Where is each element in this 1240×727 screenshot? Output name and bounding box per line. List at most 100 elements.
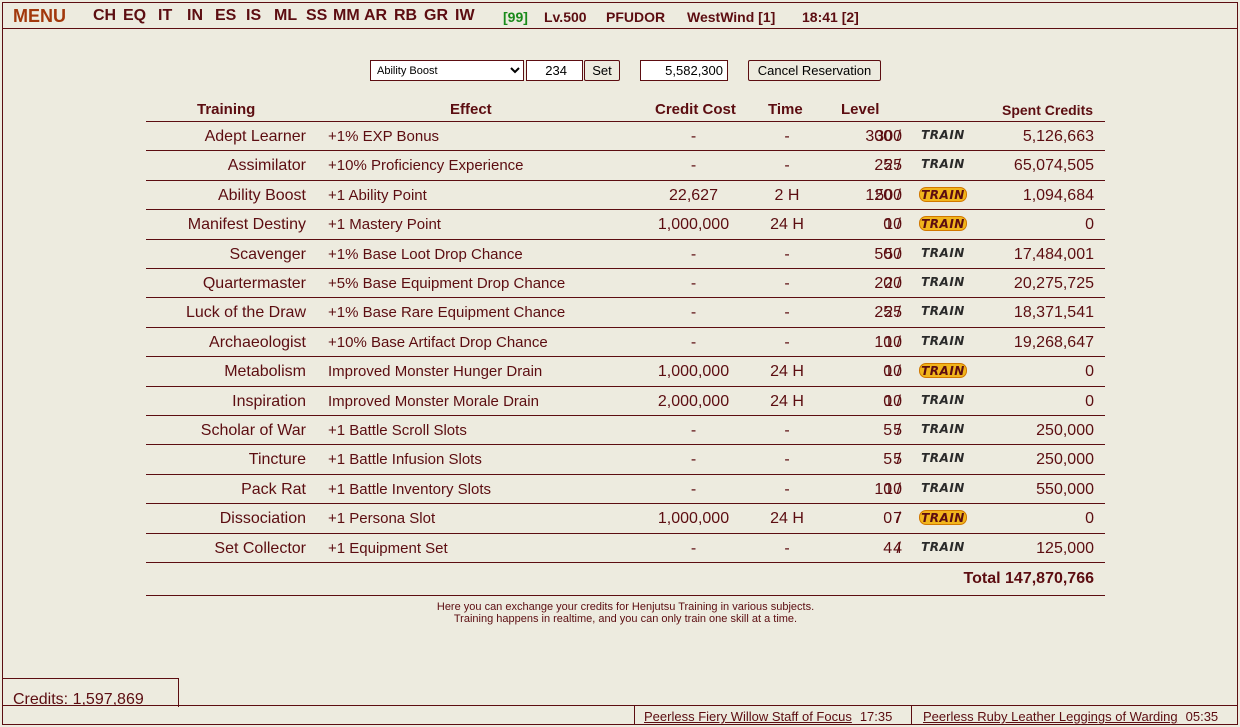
- train-button[interactable]: TRAIN: [919, 216, 967, 232]
- nav-ar[interactable]: AR: [364, 7, 387, 25]
- nav-rb[interactable]: RB: [394, 7, 417, 25]
- training-name: Pack Rat: [241, 480, 306, 498]
- nav-iw[interactable]: IW: [455, 7, 475, 25]
- training-effect: +1 Equipment Set: [328, 539, 448, 557]
- spent-credits: 0: [1085, 510, 1094, 528]
- training-name: Ability Boost: [217, 186, 306, 204]
- table-row: Set Collector +1 Equipment Set - -4 /4 125,0…: [146, 534, 1105, 563]
- item-link-2[interactable]: Peerless Ruby Leather Leggings of Wardin…: [923, 709, 1178, 724]
- world-label[interactable]: WestWind [1]: [687, 9, 775, 25]
- info-note-2: Training happens in realtime, and you ca…: [453, 613, 798, 625]
- training-name: Dissociation: [219, 510, 306, 528]
- set-button[interactable]: Set: [584, 60, 620, 81]
- training-effect: +1 Ability Point: [328, 186, 427, 204]
- spent-credits: 550,000: [1036, 480, 1094, 498]
- max-level: 4: [893, 539, 902, 557]
- nav-ml[interactable]: ML: [274, 7, 297, 25]
- training-name: Scavenger: [229, 245, 307, 263]
- spent-credits: 250,000: [1036, 451, 1094, 469]
- training-effect: +1 Mastery Point: [328, 216, 441, 234]
- menu-button[interactable]: MENU: [13, 6, 66, 27]
- max-level: 10: [884, 216, 902, 234]
- table-row: Inspiration Improved Monster Morale Drain…: [146, 387, 1105, 416]
- spent-credits: 18,371,541: [1013, 304, 1094, 322]
- header-credit-cost: Credit Cost: [655, 101, 736, 118]
- table-row: Ability Boost +1 Ability Point 22,627 2 H 12…: [146, 181, 1105, 210]
- training-effect: +10% Base Artifact Drop Chance: [328, 333, 548, 351]
- credits-label: Credits: 1,597,869: [13, 691, 144, 708]
- nav-eq[interactable]: EQ: [123, 7, 146, 25]
- table-row: Scavenger +1% Base Loot Drop Chance - -50 /…: [146, 240, 1105, 269]
- table-row: Quartermaster +5% Base Equipment Drop Cha…: [146, 269, 1105, 298]
- train-button[interactable]: TRAIN: [919, 510, 967, 526]
- item-link-1[interactable]: Peerless Fiery Willow Staff of Focus: [644, 709, 852, 724]
- training-select[interactable]: Ability Boost: [370, 60, 524, 81]
- nav-it[interactable]: IT: [158, 7, 172, 25]
- count-badge: [99]: [503, 9, 528, 25]
- spent-credits: 0: [1085, 216, 1094, 234]
- train-button: TRAIN: [921, 480, 965, 495]
- nav-ss[interactable]: SS: [306, 7, 327, 25]
- max-level: 10: [884, 392, 902, 410]
- max-level: 5: [893, 451, 902, 469]
- spent-credits: 17,484,001: [1013, 245, 1094, 263]
- max-level: 500: [875, 186, 902, 204]
- training-name: Metabolism: [224, 363, 306, 381]
- spent-credits: 1,094,684: [1022, 186, 1094, 204]
- table-row: Pack Rat +1 Battle Inventory Slots - -10 /1…: [146, 475, 1105, 504]
- training-effect: Improved Monster Morale Drain: [328, 392, 539, 410]
- level-label: Lv.500: [544, 9, 587, 25]
- cancel-reservation-button[interactable]: Cancel Reservation: [748, 60, 881, 81]
- header-spent-credits: Spent Credits: [1002, 102, 1094, 118]
- table-row: Archaeologist +10% Base Artifact Drop Cha…: [146, 328, 1105, 357]
- info-note-1: Here you can exchange your credits for H…: [436, 601, 815, 613]
- training-name: Quartermaster: [202, 275, 306, 292]
- top-menu-bar: MENU CH EQ IT IN ES IS ML SS MM AR RB GR…: [2, 2, 1238, 29]
- training-effect: +1 Battle Infusion Slots: [328, 451, 482, 469]
- persona-label[interactable]: PFUDOR: [606, 9, 665, 25]
- train-button[interactable]: TRAIN: [919, 186, 967, 202]
- max-level: 10: [884, 480, 902, 498]
- row-divider: [146, 562, 1105, 563]
- max-level: 10: [884, 333, 902, 351]
- training-effect: +1% Base Loot Drop Chance: [328, 245, 523, 263]
- amount-input[interactable]: [526, 60, 583, 81]
- train-button[interactable]: TRAIN: [919, 363, 967, 379]
- spent-credits: 20,275,725: [1013, 275, 1094, 292]
- nav-is[interactable]: IS: [246, 7, 261, 25]
- train-button: TRAIN: [921, 245, 965, 260]
- max-level: 20: [884, 275, 902, 292]
- table-row: Metabolism Improved Monster Hunger Drain 1…: [146, 357, 1105, 386]
- spent-credits: 65,074,505: [1013, 157, 1094, 175]
- nav-gr[interactable]: GR: [424, 7, 448, 25]
- training-name: Archaeologist: [209, 333, 306, 351]
- training-name: Set Collector: [214, 539, 306, 557]
- train-button: TRAIN: [921, 304, 965, 319]
- nav-mm[interactable]: MM: [333, 7, 360, 25]
- train-button: TRAIN: [921, 275, 965, 289]
- credits-input[interactable]: [640, 60, 728, 81]
- header-time: Time: [768, 101, 803, 118]
- training-name: Manifest Destiny: [187, 216, 306, 234]
- nav-ch[interactable]: CH: [93, 7, 116, 25]
- train-button: TRAIN: [921, 539, 965, 554]
- table-bottom-line: [146, 595, 1105, 596]
- spent-credits: 250,000: [1036, 422, 1094, 439]
- max-level: 50: [884, 245, 902, 263]
- max-level: 7: [893, 510, 902, 528]
- training-name: Scholar of War: [200, 422, 306, 439]
- nav-es[interactable]: ES: [215, 7, 236, 25]
- item-notice-1: Peerless Fiery Willow Staff of Focus 17:3…: [634, 706, 911, 725]
- nav-in[interactable]: IN: [187, 7, 203, 25]
- credits-box: Credits: 1,597,869: [2, 678, 179, 708]
- item-time-1: 17:35: [859, 709, 893, 724]
- item-notice-2: Peerless Ruby Leather Leggings of Wardin…: [911, 706, 1238, 725]
- max-level: 25: [884, 304, 902, 322]
- train-button: TRAIN: [921, 392, 965, 407]
- max-level: 300: [875, 128, 902, 145]
- training-name: Assimilator: [227, 157, 306, 175]
- total-spent: Total 147,870,766: [963, 570, 1094, 587]
- clock-label: 18:41 [2]: [802, 9, 859, 25]
- table-row: Assimilator +10% Proficiency Experience - -…: [146, 151, 1105, 180]
- train-button: TRAIN: [921, 128, 965, 142]
